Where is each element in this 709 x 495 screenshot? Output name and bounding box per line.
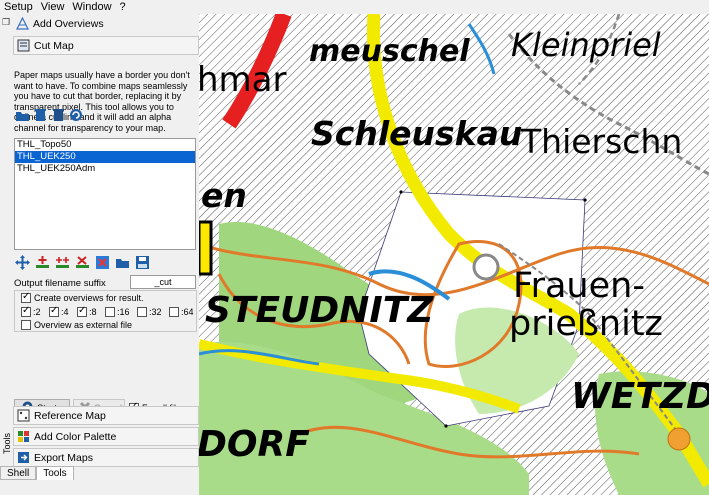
level-checkbox[interactable] (21, 305, 31, 317)
level-label: :64 (181, 307, 194, 317)
map-label-kleinpriel: Kleinpriel (511, 26, 661, 64)
refresh-icon[interactable] (68, 107, 84, 123)
clear-all-icon[interactable] (50, 107, 66, 123)
export-maps-label: Export Maps (34, 451, 93, 464)
edit-toolbar (14, 254, 150, 270)
create-overviews-label: Create overviews for result. (34, 293, 144, 303)
cut-map-header[interactable]: Cut Map (13, 36, 199, 55)
panel-tabs: Shell Tools (0, 466, 74, 481)
tools-side-label: Tools (2, 432, 12, 454)
reference-map-icon (17, 409, 30, 422)
tab-tools[interactable]: Tools (36, 466, 74, 480)
add-overviews-header[interactable]: Add Overviews (13, 14, 199, 33)
load-line-icon[interactable] (114, 254, 130, 270)
pin-icon[interactable]: ❐ (2, 18, 11, 27)
create-overviews-row[interactable]: Create overviews for result. (21, 291, 144, 303)
map-list[interactable]: THL_Topo50 THL_UEK250 THL_UEK250Adm (14, 138, 196, 250)
level-checkbox[interactable] (137, 307, 147, 317)
map-label-hmar: hmar (199, 60, 287, 100)
move-icon[interactable] (14, 254, 30, 270)
pyramid-icon (16, 16, 29, 30)
cut-map-icon (17, 39, 30, 52)
level-checkbox[interactable] (77, 305, 87, 317)
map-label-frauen: Frauen- (513, 266, 645, 306)
level-label: :32 (149, 307, 162, 317)
menu-bar: Setup View Window ? (0, 0, 709, 14)
external-row[interactable]: Overview as external file (21, 320, 132, 330)
clear-line-icon[interactable] (94, 254, 110, 270)
map-label-meuschel: meuschel (309, 34, 470, 69)
add-point-icon[interactable] (34, 254, 50, 270)
map-label-priessnitz: prießnitz (509, 304, 663, 344)
save-line-icon[interactable] (134, 254, 150, 270)
add-color-palette-header[interactable]: Add Color Palette (13, 427, 199, 446)
map-label-wetzd: WETZD (571, 376, 709, 417)
suffix-label: Output filename suffix (14, 278, 106, 289)
delete-icon[interactable] (32, 107, 48, 123)
cut-point (444, 424, 448, 428)
level-checkbox[interactable] (105, 307, 115, 317)
level-label: :4 (61, 307, 69, 317)
overview-options-group: Create overviews for result. :2 :4 :8 :1… (14, 290, 197, 332)
list-toolbar (14, 107, 84, 123)
cut-map-description: Paper maps usually have a border you don… (14, 70, 190, 133)
level-checkbox[interactable] (49, 305, 59, 317)
color-palette-icon (17, 430, 30, 443)
map-label-dorf: DORF (199, 424, 310, 465)
level-label: :8 (89, 307, 97, 317)
remove-point-icon[interactable] (74, 254, 90, 270)
open-folder-icon[interactable] (14, 107, 30, 123)
reference-map-header[interactable]: Reference Map (13, 406, 199, 425)
menu-setup[interactable]: Setup (0, 0, 37, 14)
insert-point-icon[interactable] (54, 254, 70, 270)
export-icon (17, 451, 30, 464)
add-color-palette-label: Add Color Palette (34, 430, 117, 443)
junction-circle (472, 253, 500, 281)
list-item-selected[interactable]: THL_UEK250 (15, 151, 195, 163)
tools-panel: ❐ Add Overviews Cut Map Paper maps usual… (0, 14, 199, 495)
list-item[interactable]: THL_UEK250Adm (15, 163, 195, 175)
level-label: :2 (33, 307, 41, 317)
menu-view[interactable]: View (37, 0, 69, 14)
create-overviews-checkbox[interactable] (21, 291, 31, 303)
export-maps-header[interactable]: Export Maps (13, 448, 199, 467)
add-overviews-label: Add Overviews (33, 17, 104, 30)
town-marker (667, 427, 691, 451)
marker-box (199, 220, 213, 276)
map-label-steudnitz: STEUDNITZ (205, 290, 434, 331)
levels-row: :2 :4 :8 :16 :32 :64 (21, 305, 194, 317)
map-label-schleuskau: Schleuskau (311, 114, 523, 153)
menu-help[interactable]: ? (116, 0, 130, 14)
reference-map-label: Reference Map (34, 409, 106, 422)
external-file-label: Overview as external file (34, 320, 133, 330)
cut-point (399, 190, 403, 194)
external-file-checkbox[interactable] (21, 320, 31, 330)
level-checkbox[interactable] (169, 307, 179, 317)
cut-map-label: Cut Map (34, 39, 74, 52)
cut-point (583, 198, 587, 202)
list-item[interactable]: THL_Topo50 (15, 139, 195, 151)
tab-shell[interactable]: Shell (0, 466, 37, 480)
map-label-en: en (201, 176, 247, 215)
menu-window[interactable]: Window (68, 0, 115, 14)
map-label-thierschn: Thierschn (521, 122, 683, 161)
level-label: :16 (117, 307, 130, 317)
suffix-input[interactable]: _cut (130, 275, 196, 289)
map-canvas[interactable]: meuschel Kleinpriel hmar Schleuskau Thie… (199, 14, 709, 495)
